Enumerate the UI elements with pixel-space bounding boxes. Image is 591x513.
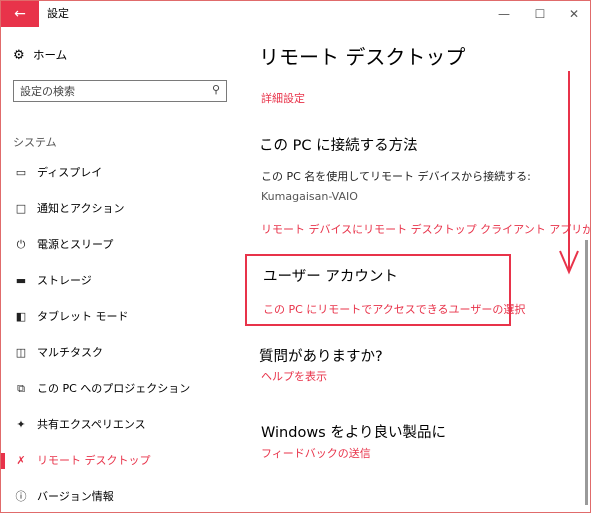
sidebar-nav: ▭ ディスプレイ □ 通知とアクション ⏻ 電源とスリープ ▬ ストレージ ◧ タブレット… [1,155,241,512]
send-feedback-link[interactable]: フィードバックの送信 [261,445,371,461]
windows-feedback-heading: Windows をより良い製品に [261,425,447,441]
storage-icon: ▬ [15,274,27,287]
settings-window: ← 設定 — ☐ ✕ ⚙ ホーム ⚲ システム ▭ディスプレイ □通知とアクション… [0,0,591,513]
power-icon: ⏻ [16,238,26,251]
sidebar-item-storage[interactable]: ▬ ストレージ [1,263,241,299]
maximize-button[interactable]: ☐ [522,1,558,27]
sidebar-item-multitask[interactable]: ◫ マルチタスク [1,335,241,371]
back-button[interactable]: ← [1,1,39,27]
minimize-icon: — [498,7,510,21]
connect-heading: この PC に接続する方法 [259,138,418,154]
back-arrow-icon: ← [14,6,26,22]
sidebar-item-projection[interactable]: ⧉ この PC へのプロジェクション [1,371,241,407]
search-input[interactable] [14,81,210,101]
no-client-app-link[interactable]: リモート デバイスにリモート デスクトップ クライアント アプリがない場合 [261,221,590,237]
connect-description: この PC 名を使用してリモート デバイスから接続する: [261,170,531,183]
sidebar: ⚙ ホーム ⚲ システム ▭ディスプレイ □通知とアクション ⏻電源とスリープ ▬… [1,27,241,512]
sidebar-item-power[interactable]: ⏻ 電源とスリープ [1,227,241,263]
notification-icon: □ [15,202,27,215]
maximize-icon: ☐ [534,7,546,21]
sidebar-item-remote-desktop[interactable]: ✗ リモート デスクトップ [1,443,241,479]
close-button[interactable]: ✕ [556,1,590,27]
annotation-highlight-box [245,254,511,326]
search-box: ⚲ [13,80,227,102]
home-item[interactable]: ⚙ ホーム [13,45,67,65]
minimize-button[interactable]: — [486,1,522,27]
annotation-down-arrow [559,71,579,275]
window-title: 設定 [47,7,69,20]
page-title: リモート デスクトップ [259,45,466,69]
help-heading: 質問がありますか? [259,349,383,365]
sidebar-item-notifications[interactable]: □ 通知とアクション [1,191,241,227]
search-icon[interactable]: ⚲ [212,83,220,96]
close-icon: ✕ [568,7,580,21]
get-help-link[interactable]: ヘルプを表示 [261,368,327,384]
advanced-settings-link[interactable]: 詳細設定 [261,90,305,106]
sidebar-item-display[interactable]: ▭ ディスプレイ [1,155,241,191]
display-icon: ▭ [15,166,27,179]
sidebar-item-about[interactable]: ⓘ バージョン情報 [1,479,241,512]
sidebar-item-tablet[interactable]: ◧ タブレット モード [1,299,241,335]
category-label: システム [13,136,57,149]
tablet-icon: ◧ [15,310,27,323]
home-label: ホーム [33,48,68,62]
pc-name: Kumagaisan-VAIO [261,190,358,203]
gear-icon: ⚙ [13,48,25,63]
multitask-icon: ◫ [15,346,27,359]
shared-icon: ✦ [16,418,26,431]
info-icon: ⓘ [15,490,27,503]
title-bar: ← 設定 — ☐ ✕ [1,1,590,27]
projection-icon: ⧉ [17,382,25,395]
scrollbar[interactable] [585,240,588,505]
remote-desktop-icon: ✗ [16,454,26,467]
sidebar-item-shared[interactable]: ✦ 共有エクスペリエンス [1,407,241,443]
